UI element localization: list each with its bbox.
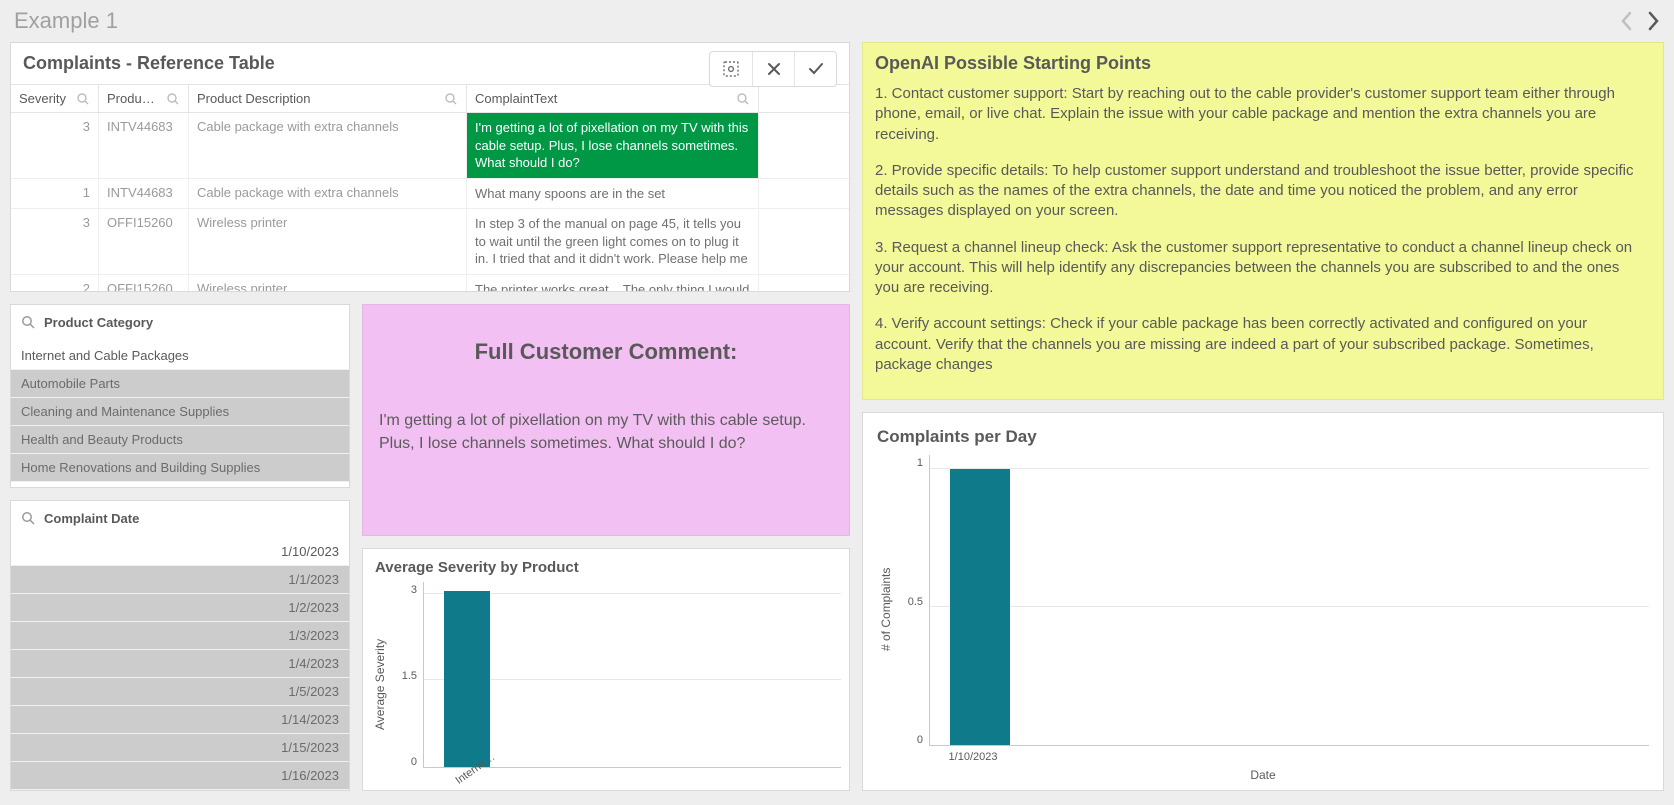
product-category-title: Product Category bbox=[44, 315, 153, 330]
sheet-title: Example 1 bbox=[14, 8, 118, 34]
list-item[interactable]: Automobile Parts bbox=[11, 370, 349, 398]
complaint-date-list[interactable]: 1/10/20231/1/20231/2/20231/3/20231/4/202… bbox=[11, 538, 349, 790]
ai-panel-body[interactable]: 1. Contact customer support: Start by re… bbox=[863, 80, 1663, 399]
ai-paragraph: 3. Request a channel lineup check: Ask t… bbox=[875, 238, 1643, 299]
ai-paragraph: 1. Contact customer support: Start by re… bbox=[875, 84, 1643, 145]
column-severity-label: Severity bbox=[19, 91, 66, 106]
cell-severity: 3 bbox=[11, 113, 99, 178]
severity-y-label: Average Severity bbox=[371, 582, 389, 786]
list-item[interactable]: 1/5/2023 bbox=[11, 678, 349, 706]
x-tick-label: 1/10/2023 bbox=[949, 751, 998, 763]
column-product-label: Produ… bbox=[107, 91, 155, 106]
cell-description: Wireless printer bbox=[189, 209, 467, 274]
list-item[interactable]: 1/1/2023 bbox=[11, 566, 349, 594]
list-item[interactable]: 1/16/2023 bbox=[11, 762, 349, 790]
chart-bar[interactable] bbox=[444, 591, 490, 767]
column-complaint-text-label: ComplaintText bbox=[475, 91, 557, 106]
prev-sheet-button[interactable] bbox=[1620, 11, 1634, 31]
table-row[interactable]: 1INTV44683Cable package with extra chann… bbox=[11, 179, 849, 210]
full-comment-title: Full Customer Comment: bbox=[379, 339, 833, 365]
column-product[interactable]: Produ… bbox=[99, 85, 189, 112]
product-category-header[interactable]: Product Category bbox=[11, 305, 349, 342]
sheet-header: Example 1 bbox=[0, 0, 1674, 38]
cell-spacer bbox=[759, 275, 849, 291]
list-item[interactable]: Health and Beauty Products bbox=[11, 426, 349, 454]
confirm-selection-button[interactable] bbox=[794, 52, 836, 86]
search-icon[interactable] bbox=[736, 92, 750, 106]
cell-description: Cable package with extra channels bbox=[189, 179, 467, 209]
cell-severity: 3 bbox=[11, 209, 99, 274]
list-item[interactable]: Home Renovations and Building Supplies bbox=[11, 454, 349, 482]
column-description-label: Product Description bbox=[197, 91, 310, 106]
cell-complaint-text[interactable]: What many spoons are in the set bbox=[467, 179, 759, 209]
cell-spacer bbox=[759, 113, 849, 178]
list-item[interactable]: Cleaning and Maintenance Supplies bbox=[11, 398, 349, 426]
cell-product: INTV44683 bbox=[99, 179, 189, 209]
complaint-date-header[interactable]: Complaint Date bbox=[11, 501, 349, 538]
selection-toolbar bbox=[709, 51, 837, 87]
product-category-list[interactable]: Internet and Cable PackagesAutomobile Pa… bbox=[11, 342, 349, 487]
search-icon[interactable] bbox=[166, 92, 180, 106]
search-icon[interactable] bbox=[444, 92, 458, 106]
table-row[interactable]: 3OFFI15260Wireless printerIn step 3 of t… bbox=[11, 209, 849, 275]
complaints-per-day-panel: Complaints per Day # of Complaints 10.50… bbox=[862, 412, 1664, 791]
ai-starting-points-panel: OpenAI Possible Starting Points 1. Conta… bbox=[862, 42, 1664, 400]
full-comment-text: I'm getting a lot of pixellation on my T… bbox=[379, 409, 833, 455]
per-day-y-label: # of Complaints bbox=[877, 455, 895, 764]
severity-y-ticks: 31.50 bbox=[389, 582, 423, 786]
column-complaint-text[interactable]: ComplaintText bbox=[467, 85, 759, 112]
complaints-table-panel: Complaints - Reference Table Severity bbox=[10, 42, 850, 292]
list-item[interactable]: Internet and Cable Packages bbox=[11, 342, 349, 370]
full-comment-panel: Full Customer Comment: I'm getting a lot… bbox=[362, 304, 850, 536]
per-day-y-ticks: 10.50 bbox=[895, 455, 929, 764]
severity-plot[interactable]: Interne… bbox=[423, 582, 841, 768]
sheet-nav bbox=[1620, 11, 1660, 31]
cell-product: INTV44683 bbox=[99, 113, 189, 178]
cell-description: Cable package with extra channels bbox=[189, 113, 467, 178]
column-severity[interactable]: Severity bbox=[11, 85, 99, 112]
complaint-date-panel: Complaint Date 1/10/20231/1/20231/2/2023… bbox=[10, 500, 350, 791]
severity-chart-panel: Average Severity by Product Average Seve… bbox=[362, 548, 850, 791]
search-icon[interactable] bbox=[76, 92, 90, 106]
selection-tool-button[interactable] bbox=[710, 52, 752, 86]
ai-paragraph: 4. Verify account settings: Check if you… bbox=[875, 314, 1643, 375]
table-row[interactable]: 3INTV44683Cable package with extra chann… bbox=[11, 113, 849, 179]
per-day-chart-title: Complaints per Day bbox=[877, 427, 1649, 447]
column-spacer bbox=[759, 85, 849, 112]
list-item[interactable]: 1/10/2023 bbox=[11, 538, 349, 566]
cell-complaint-text[interactable]: The printer works great... The only thin… bbox=[467, 275, 759, 291]
cell-complaint-text[interactable]: I'm getting a lot of pixellation on my T… bbox=[467, 113, 759, 178]
cell-spacer bbox=[759, 209, 849, 274]
cell-spacer bbox=[759, 179, 849, 209]
list-item[interactable]: 1/4/2023 bbox=[11, 650, 349, 678]
per-day-plot[interactable]: 1/10/2023 bbox=[929, 455, 1649, 746]
cell-product: OFFI15260 bbox=[99, 209, 189, 274]
search-icon[interactable] bbox=[21, 511, 36, 526]
list-item[interactable]: 1/14/2023 bbox=[11, 706, 349, 734]
ai-panel-title: OpenAI Possible Starting Points bbox=[863, 43, 1663, 80]
list-item[interactable]: 1/3/2023 bbox=[11, 622, 349, 650]
next-sheet-button[interactable] bbox=[1646, 11, 1660, 31]
chart-bar[interactable] bbox=[950, 469, 1010, 745]
list-item[interactable]: 1/15/2023 bbox=[11, 734, 349, 762]
cell-severity: 2 bbox=[11, 275, 99, 291]
table-header: Severity Produ… Product Description bbox=[11, 84, 849, 113]
table-body[interactable]: 3INTV44683Cable package with extra chann… bbox=[11, 113, 849, 291]
severity-chart-title: Average Severity by Product bbox=[371, 557, 841, 582]
cell-severity: 1 bbox=[11, 179, 99, 209]
search-icon[interactable] bbox=[21, 315, 36, 330]
cell-description: Wireless printer bbox=[189, 275, 467, 291]
ai-paragraph: 2. Provide specific details: To help cus… bbox=[875, 161, 1643, 222]
product-category-panel: Product Category Internet and Cable Pack… bbox=[10, 304, 350, 488]
cancel-selection-button[interactable] bbox=[752, 52, 794, 86]
per-day-x-label: Date bbox=[877, 764, 1649, 782]
cell-complaint-text[interactable]: In step 3 of the manual on page 45, it t… bbox=[467, 209, 759, 274]
cell-product: OFFI15260 bbox=[99, 275, 189, 291]
column-description[interactable]: Product Description bbox=[189, 85, 467, 112]
list-item[interactable]: 1/2/2023 bbox=[11, 594, 349, 622]
complaint-date-title: Complaint Date bbox=[44, 511, 139, 526]
table-row[interactable]: 2OFFI15260Wireless printerThe printer wo… bbox=[11, 275, 849, 291]
